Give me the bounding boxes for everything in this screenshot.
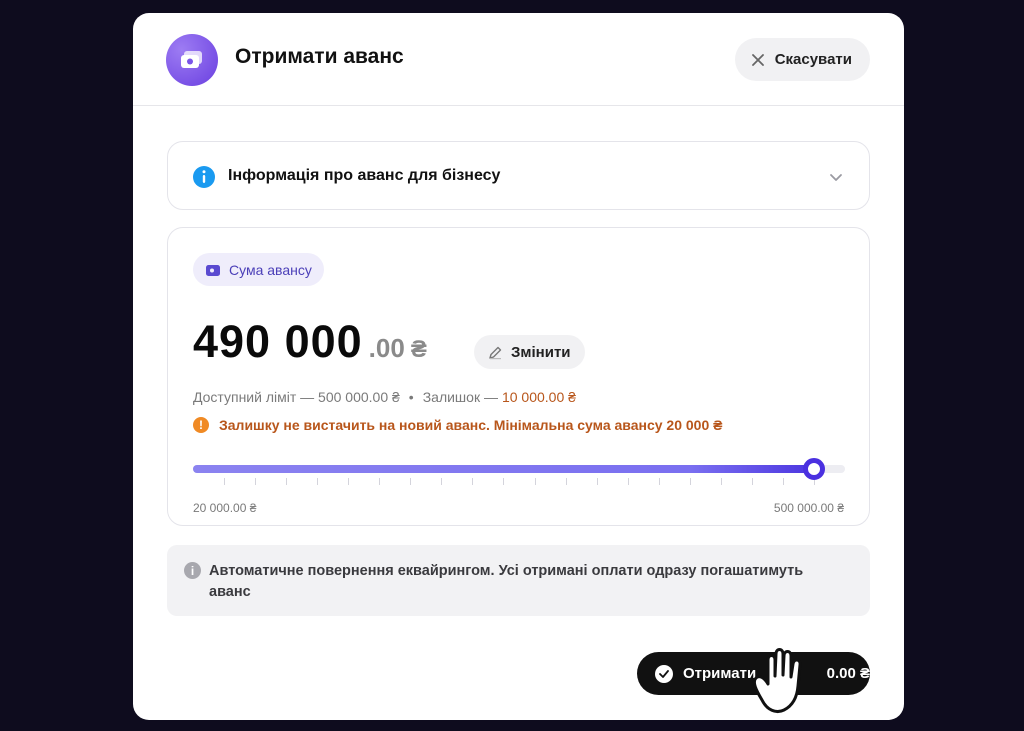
warning-text: Залишку не вистачить на новий аванс. Мін… <box>219 417 723 433</box>
pencil-icon <box>489 346 502 359</box>
slider-tick <box>597 478 598 485</box>
check-icon <box>655 664 673 683</box>
balance-label: Залишок — <box>422 389 498 405</box>
slider-tick <box>379 478 380 485</box>
limits-separator: • <box>408 389 414 405</box>
slider-tick <box>410 478 411 485</box>
edit-amount-label: Змінити <box>511 343 571 361</box>
amount-badge-label: Сума авансу <box>229 261 312 278</box>
slider-tick <box>628 478 629 485</box>
hand-cursor-icon <box>752 648 802 714</box>
slider-min-label: 20 000.00 ₴ <box>193 501 257 515</box>
amount-value: 490 000 .00 ₴ <box>193 316 427 368</box>
amount-card: Сума авансу 490 000 .00 ₴ Змінити Доступ… <box>167 227 870 526</box>
currency-symbol: ₴ <box>410 336 427 363</box>
balance-value: 10 000.00 ₴ <box>501 389 576 405</box>
cancel-button[interactable]: Скасувати <box>734 38 870 81</box>
amount-slider[interactable] <box>193 458 845 488</box>
warning-icon: ! <box>193 417 209 433</box>
slider-tick <box>472 478 473 485</box>
auto-return-note: i Автоматичне повернення еквайрингом. Ус… <box>167 545 870 616</box>
edit-amount-button[interactable]: Змінити <box>474 335 585 369</box>
amount-badge: Сума авансу <box>193 253 324 286</box>
get-advance-label-end: 0.00 ₴ <box>826 665 870 682</box>
slider-ticks <box>193 478 845 486</box>
amount-main: 490 000 <box>193 316 363 367</box>
cash-icon <box>166 34 218 86</box>
info-section-label: Інформація про аванс для бізнесу <box>228 167 501 184</box>
slider-tick <box>690 478 691 485</box>
info-icon: i <box>184 562 201 579</box>
cancel-button-label: Скасувати <box>774 51 852 68</box>
close-icon <box>751 53 764 66</box>
slider-tick <box>535 478 536 485</box>
modal-title: Отримати аванс <box>235 45 404 68</box>
amount-decimals: .00 <box>368 333 405 363</box>
wallet-icon <box>206 264 220 276</box>
slider-tick <box>566 478 567 485</box>
modal-header: Отримати аванс Скасувати <box>133 13 904 106</box>
slider-thumb[interactable] <box>803 458 825 480</box>
auto-return-text: Автоматичне повернення еквайрингом. Усі … <box>209 563 804 600</box>
slider-tick <box>721 478 722 485</box>
slider-fill <box>193 465 814 473</box>
slider-tick <box>348 478 349 485</box>
slider-tick <box>317 478 318 485</box>
slider-tick <box>503 478 504 485</box>
slider-tick <box>752 478 753 485</box>
limits-line: Доступний ліміт — 500 000.00 ₴ • Залишок… <box>193 389 576 405</box>
slider-tick <box>783 478 784 485</box>
advance-modal: Отримати аванс Скасувати Інформація про … <box>133 13 904 720</box>
slider-tick <box>255 478 256 485</box>
slider-tick <box>224 478 225 485</box>
slider-tick <box>286 478 287 485</box>
chevron-down-icon[interactable] <box>829 169 843 187</box>
slider-max-label: 500 000.00 ₴ <box>773 501 844 515</box>
advance-info-accordion[interactable]: Інформація про аванс для бізнесу <box>167 141 870 210</box>
info-icon <box>193 166 215 193</box>
available-limit: Доступний ліміт — 500 000.00 ₴ <box>193 389 400 405</box>
warning-message: ! Залишку не вистачить на новий аванс. М… <box>193 417 722 433</box>
slider-tick <box>441 478 442 485</box>
slider-tick <box>659 478 660 485</box>
